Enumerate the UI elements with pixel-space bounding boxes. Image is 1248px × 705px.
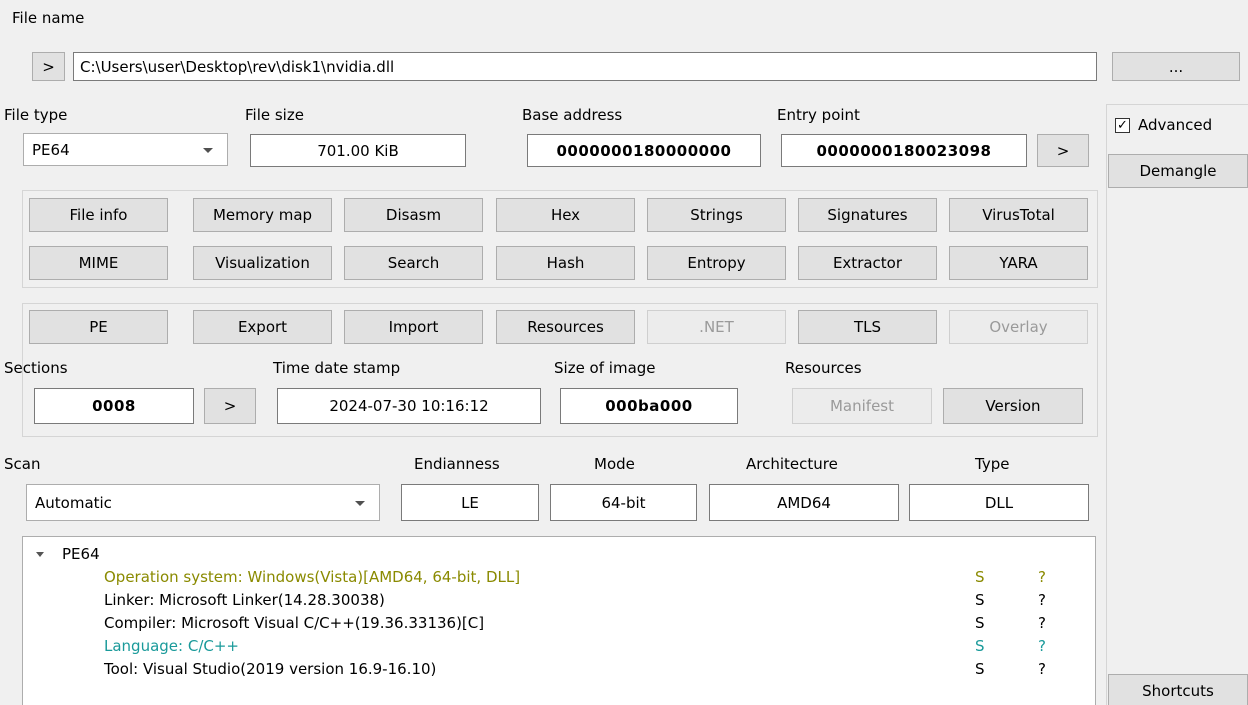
file-path-input[interactable]: C:\Users\user\Desktop\rev\disk1\nvidia.d… (73, 52, 1097, 81)
extractor-button[interactable]: Extractor (798, 246, 937, 280)
pe-button[interactable]: PE (29, 310, 168, 344)
result-signature-flag[interactable]: S (975, 591, 985, 609)
overlay-button[interactable]: Overlay (949, 310, 1088, 344)
type-label: Type (975, 455, 1010, 473)
entry-point-label: Entry point (777, 106, 860, 124)
entry-point-go-button[interactable]: > (1037, 134, 1089, 167)
hash-button[interactable]: Hash (496, 246, 635, 280)
results-tree[interactable]: PE64 Operation system: Windows(Vista)[AM… (22, 536, 1096, 705)
file-type-select[interactable]: PE64 (23, 133, 228, 166)
result-info-flag[interactable]: ? (1038, 637, 1046, 655)
scan-mode-select[interactable]: Automatic (26, 484, 380, 521)
import-button[interactable]: Import (344, 310, 483, 344)
dotnet-button[interactable]: .NET (647, 310, 786, 344)
list-item[interactable]: Tool: Visual Studio(2019 version 16.9-16… (23, 660, 1095, 680)
result-text: Linker: Microsoft Linker(14.28.30038) (104, 591, 385, 609)
time-date-stamp-field: 2024-07-30 10:16:12 (277, 388, 541, 424)
architecture-label: Architecture (746, 455, 838, 473)
export-button[interactable]: Export (193, 310, 332, 344)
base-address-label: Base address (522, 106, 623, 124)
size-of-image-label: Size of image (554, 359, 656, 377)
sections-label: Sections (4, 359, 68, 377)
mime-button[interactable]: MIME (29, 246, 168, 280)
list-item[interactable]: Compiler: Microsoft Visual C/C++(19.36.3… (23, 614, 1095, 634)
expand-arrow-icon[interactable] (36, 552, 44, 557)
result-signature-flag[interactable]: S (975, 637, 985, 655)
list-item[interactable]: Language: C/C++ S ? (23, 637, 1095, 657)
result-info-flag[interactable]: ? (1038, 591, 1046, 609)
file-type-value: PE64 (32, 140, 70, 159)
advanced-checkbox[interactable]: ✓ (1115, 118, 1130, 133)
strings-button[interactable]: Strings (647, 198, 786, 232)
file-info-button[interactable]: File info (29, 198, 168, 232)
manifest-button[interactable]: Manifest (792, 388, 932, 424)
result-info-flag[interactable]: ? (1038, 568, 1046, 586)
result-info-flag[interactable]: ? (1038, 660, 1046, 678)
tree-root-row[interactable]: PE64 (23, 545, 1095, 565)
resources-button[interactable]: Resources (496, 310, 635, 344)
result-text: Compiler: Microsoft Visual C/C++(19.36.3… (104, 614, 485, 632)
signatures-button[interactable]: Signatures (798, 198, 937, 232)
scan-label: Scan (4, 455, 41, 473)
browse-button[interactable]: ... (1112, 52, 1240, 81)
result-signature-flag[interactable]: S (975, 614, 985, 632)
virustotal-button[interactable]: VirusTotal (949, 198, 1088, 232)
list-item[interactable]: Operation system: Windows(Vista)[AMD64, … (23, 568, 1095, 588)
sections-field: 0008 (34, 388, 194, 424)
time-date-stamp-label: Time date stamp (273, 359, 401, 377)
result-info-flag[interactable]: ? (1038, 614, 1046, 632)
file-name-label: File name (12, 9, 85, 27)
result-signature-flag[interactable]: S (975, 568, 985, 586)
mode-field: 64-bit (550, 484, 697, 521)
file-size-label: File size (245, 106, 304, 124)
entry-point-field: 0000000180023098 (781, 134, 1027, 167)
chevron-down-icon (203, 147, 213, 153)
shortcuts-button[interactable]: Shortcuts (1108, 674, 1248, 705)
endianness-field: LE (401, 484, 539, 521)
file-size-field: 701.00 KiB (250, 134, 466, 167)
architecture-field: AMD64 (709, 484, 899, 521)
scan-mode-value: Automatic (35, 493, 112, 512)
endianness-label: Endianness (414, 455, 500, 473)
tree-root-label: PE64 (62, 545, 100, 563)
result-text: Language: C/C++ (104, 637, 239, 655)
sections-go-button[interactable]: > (204, 388, 256, 424)
mode-label: Mode (594, 455, 635, 473)
version-button[interactable]: Version (943, 388, 1083, 424)
result-text: Operation system: Windows(Vista)[AMD64, … (104, 568, 521, 586)
advanced-label: Advanced (1138, 116, 1213, 134)
file-go-button[interactable]: > (32, 52, 65, 81)
list-item[interactable]: Linker: Microsoft Linker(14.28.30038) S … (23, 591, 1095, 611)
tls-button[interactable]: TLS (798, 310, 937, 344)
hex-button[interactable]: Hex (496, 198, 635, 232)
search-button[interactable]: Search (344, 246, 483, 280)
disasm-button[interactable]: Disasm (344, 198, 483, 232)
entropy-button[interactable]: Entropy (647, 246, 786, 280)
memory-map-button[interactable]: Memory map (193, 198, 332, 232)
yara-button[interactable]: YARA (949, 246, 1088, 280)
base-address-field: 0000000180000000 (527, 134, 761, 167)
resources-label: Resources (785, 359, 862, 377)
result-text: Tool: Visual Studio(2019 version 16.9-16… (104, 660, 437, 678)
demangle-button[interactable]: Demangle (1108, 154, 1248, 188)
size-of-image-field: 000ba000 (560, 388, 738, 424)
result-signature-flag[interactable]: S (975, 660, 985, 678)
chevron-down-icon (355, 500, 365, 506)
type-field: DLL (909, 484, 1089, 521)
file-type-label: File type (4, 106, 68, 124)
visualization-button[interactable]: Visualization (193, 246, 332, 280)
